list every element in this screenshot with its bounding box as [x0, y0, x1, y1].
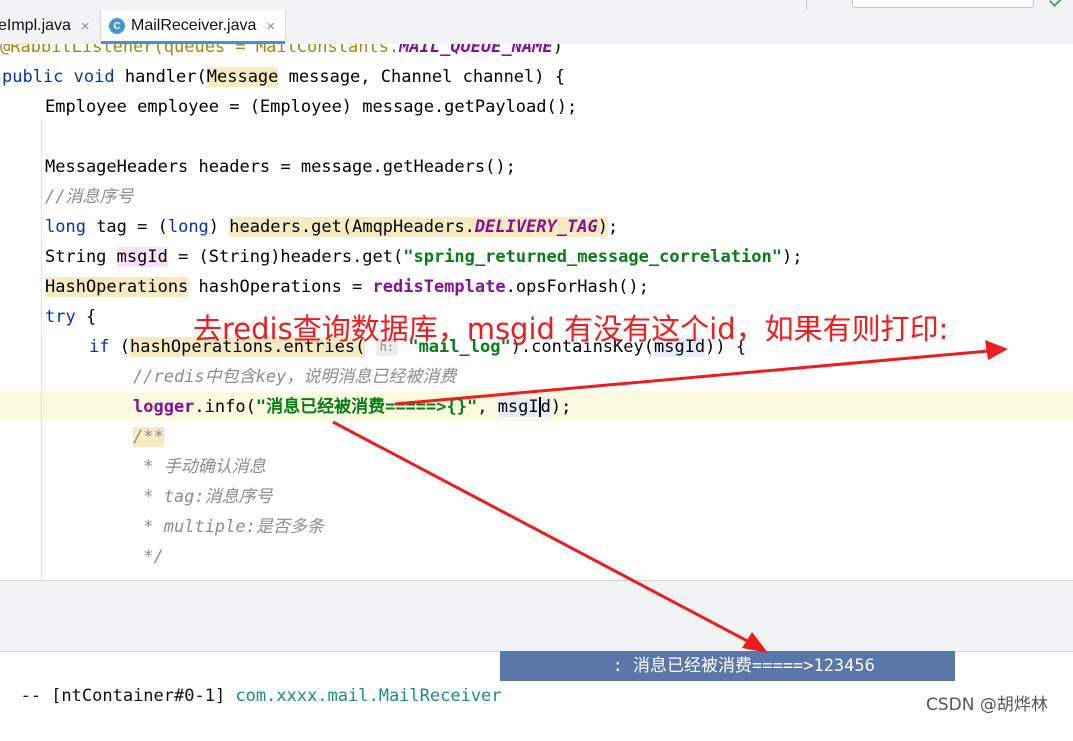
- tool-window-header: [0, 580, 1073, 652]
- code-javadoc-close: */: [133, 547, 164, 567]
- close-icon[interactable]: ×: [81, 18, 90, 35]
- code-javadoc-line: * multiple:是否多条: [133, 517, 324, 537]
- code-line-employee: Employee employee = (Employee) message.g…: [45, 97, 578, 117]
- code-line-msgid: String msgId = (String)headers.get("spri…: [45, 247, 803, 267]
- tab-label: MailReceiver.java: [131, 17, 257, 34]
- code-line-logger: logger.info("消息已经被消费=====>{}", msgI d);: [133, 397, 572, 417]
- tab-employee-impl[interactable]: eImpl.java ×: [0, 10, 90, 42]
- code-line-hash-operations: HashOperations hashOperations = redisTem…: [45, 277, 649, 297]
- checkmark-icon[interactable]: [1048, 0, 1064, 8]
- run-configuration-selector[interactable]: [852, 0, 1034, 8]
- toolbar-divider: [806, 0, 807, 10]
- tab-mail-receiver[interactable]: C MailReceiver.java ×: [100, 10, 287, 44]
- code-javadoc-line: * tag:消息序号: [133, 487, 273, 507]
- code-line-annotation: @RabbitListener(queues = MailConstants.M…: [0, 44, 563, 57]
- text-cursor: d: [538, 397, 551, 417]
- code-line-tag: long tag = (long) headers.get(AmqpHeader…: [45, 217, 619, 237]
- console-logger-class: com.xxxx.mail.MailReceive: [235, 686, 492, 706]
- code-comment-sequence: //消息序号: [45, 187, 134, 207]
- watermark: CSDN @胡烨林: [926, 695, 1048, 715]
- console-selected-text[interactable]: : 消息已经被消费=====>123456: [500, 651, 955, 681]
- code-line-try: try {: [45, 307, 97, 327]
- code-comment-redis: //redis中包含key，说明消息已经被消费: [133, 367, 457, 387]
- java-class-icon: C: [109, 18, 125, 34]
- close-icon[interactable]: ×: [266, 18, 275, 35]
- editor-tab-bar: eImpl.java × C MailReceiver.java ×: [0, 0, 1073, 45]
- code-line-headers: MessageHeaders headers = message.getHead…: [45, 157, 516, 177]
- tab-label: eImpl.java: [0, 17, 71, 34]
- console-thread: -- [ntContainer#0-1]: [20, 686, 236, 706]
- indent-guide: [41, 119, 42, 580]
- console-output-line[interactable]: -- [ntContainer#0-1] com.xxxx.mail.MailR…: [0, 651, 1073, 706]
- code-javadoc-line: * 手动确认消息: [133, 457, 266, 477]
- code-javadoc-open: /**: [133, 427, 164, 447]
- annotation-note: 去redis查询数据库，msgid 有没有这个id，如果有则打印:: [193, 312, 949, 346]
- code-line-method-signature: public void handler(Message message, Cha…: [2, 67, 565, 87]
